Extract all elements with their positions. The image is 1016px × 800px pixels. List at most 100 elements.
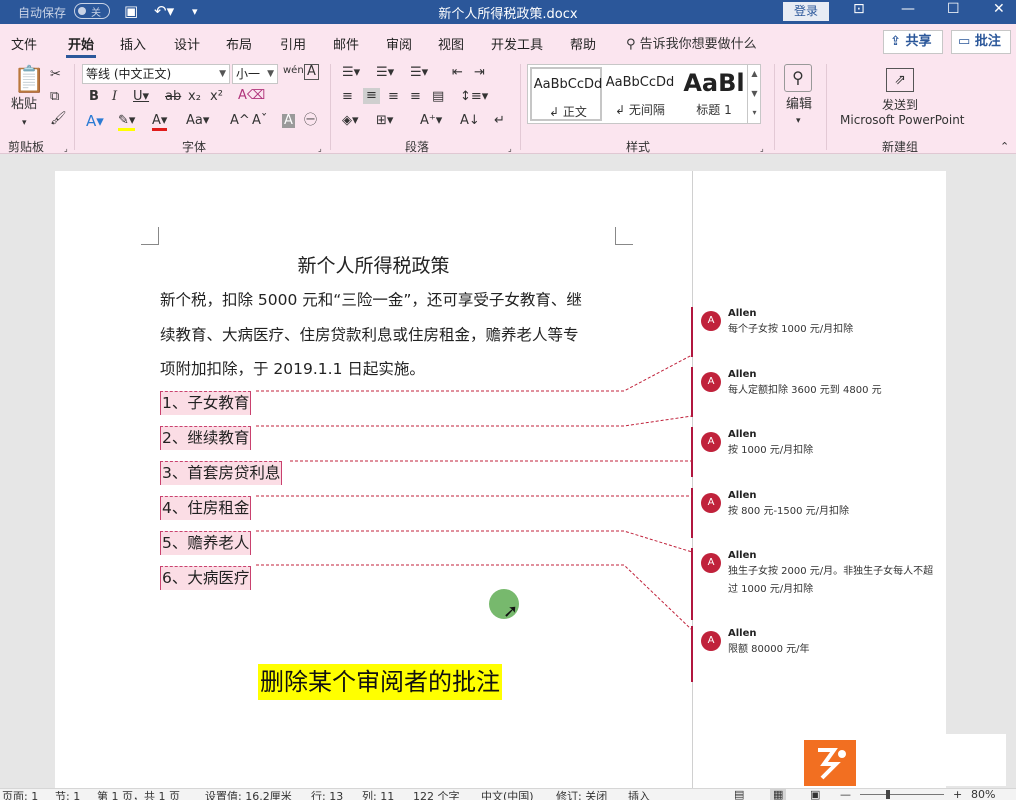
commented-list-item[interactable]: 4、住房租金 xyxy=(160,496,252,520)
clipboard-launcher-icon[interactable]: ⌟ xyxy=(64,142,68,156)
powerpoint-label[interactable]: Microsoft PowerPoint xyxy=(840,113,965,127)
scroll-up-icon[interactable]: ▲ xyxy=(748,64,761,84)
ribbon-display-icon[interactable]: ⊡ xyxy=(853,1,865,17)
tab-mailings[interactable]: 邮件 xyxy=(333,34,359,53)
commented-list-item[interactable]: 3、首套房贷利息 xyxy=(160,461,283,485)
collapse-ribbon-icon[interactable]: ⌃ xyxy=(1000,140,1009,154)
borders-icon[interactable]: ⊞▾ xyxy=(376,114,393,128)
clear-formatting-icon[interactable]: A⌫ xyxy=(238,89,265,103)
line-spacing-icon[interactable]: ↕≡▾ xyxy=(460,90,488,104)
tab-insert[interactable]: 插入 xyxy=(120,34,146,53)
superscript-icon[interactable]: x² xyxy=(210,90,223,104)
styles-launcher-icon[interactable]: ⌟ xyxy=(760,142,764,156)
shrink-font-icon[interactable]: Aˇ xyxy=(252,114,267,128)
format-painter-icon[interactable]: 🖌 xyxy=(50,112,67,126)
font-launcher-icon[interactable]: ⌟ xyxy=(318,142,322,156)
zoom-in-icon[interactable]: + xyxy=(953,789,962,800)
character-shading-icon[interactable]: A xyxy=(282,114,295,128)
paste-label[interactable]: 粘贴 xyxy=(11,98,37,112)
text-effects-icon[interactable]: A▾ xyxy=(86,114,104,129)
more-styles-icon[interactable]: ▾ xyxy=(748,104,761,122)
tab-design[interactable]: 设计 xyxy=(174,34,200,53)
commented-list-item[interactable]: 1、子女教育 xyxy=(160,391,252,415)
search-icon[interactable]: ⚲ xyxy=(784,64,812,92)
multilevel-list-icon[interactable]: ☰▾ xyxy=(410,66,428,80)
share-button[interactable]: ⇪ 共享 xyxy=(883,30,943,54)
print-layout-icon[interactable]: ▦ xyxy=(770,789,787,800)
font-name-combo[interactable]: 等线 (中文正文) ▼ xyxy=(82,64,230,84)
cut-icon[interactable]: ✂ xyxy=(50,68,61,82)
distributed-icon[interactable]: ▤ xyxy=(432,90,444,104)
italic-icon[interactable]: I xyxy=(112,90,117,104)
paragraph-launcher-icon[interactable]: ⌟ xyxy=(508,142,512,156)
align-right-icon[interactable]: ≡ xyxy=(388,90,399,104)
send-to-label[interactable]: 发送到 xyxy=(882,98,918,112)
login-button[interactable]: 登录 xyxy=(783,2,829,21)
web-layout-icon[interactable]: ▣ xyxy=(810,789,820,800)
tab-references[interactable]: 引用 xyxy=(280,34,306,53)
zoom-thumb[interactable] xyxy=(886,790,890,799)
editing-button[interactable]: 编辑 xyxy=(786,98,812,112)
align-left-icon[interactable]: ≡ xyxy=(342,90,353,104)
chinese-layout-icon[interactable]: A⁺▾ xyxy=(420,114,442,128)
enclose-characters-icon[interactable]: ㊀ xyxy=(304,114,317,128)
bold-icon[interactable]: B xyxy=(89,90,99,104)
styles-scroll[interactable]: ▲ ▼ ▾ xyxy=(747,64,761,124)
status-line[interactable]: 行: 13 xyxy=(311,789,343,800)
bullets-icon[interactable]: ☰▾ xyxy=(342,66,360,80)
style-normal[interactable]: AaBbCcDd ↲ 正文 xyxy=(530,67,602,121)
decrease-indent-icon[interactable]: ⇤ xyxy=(452,66,463,80)
send-to-powerpoint-icon[interactable]: ⇗ xyxy=(886,68,914,92)
status-insert[interactable]: 插入 xyxy=(628,789,650,800)
commented-list-item[interactable]: 2、继续教育 xyxy=(160,426,252,450)
status-language[interactable]: 中文(中国) xyxy=(481,789,534,800)
tab-review[interactable]: 审阅 xyxy=(386,34,412,53)
status-revisions[interactable]: 修订: 关闭 xyxy=(556,789,607,800)
editing-dropdown-icon[interactable]: ▾ xyxy=(796,114,801,128)
zoom-out-icon[interactable]: — xyxy=(840,789,851,800)
justify-icon[interactable]: ≡ xyxy=(410,90,421,104)
tell-me-box[interactable]: ⚲ 告诉我你想要做什么 xyxy=(626,33,757,52)
paste-icon[interactable]: 📋 xyxy=(13,66,45,94)
zoom-level[interactable]: 80% xyxy=(971,789,995,800)
commented-list-item[interactable]: 6、大病医疗 xyxy=(160,566,252,590)
status-page[interactable]: 页面: 1 xyxy=(2,789,38,800)
font-size-combo[interactable]: 小一 ▼ xyxy=(232,64,278,84)
scroll-down-icon[interactable]: ▼ xyxy=(748,84,761,104)
grow-font-icon[interactable]: A^ xyxy=(230,114,250,128)
tab-home[interactable]: 开始 xyxy=(68,34,94,53)
maximize-icon[interactable]: ☐ xyxy=(947,1,960,17)
font-color-icon[interactable]: A▾ xyxy=(152,114,168,131)
numbering-icon[interactable]: ☰▾ xyxy=(376,66,394,80)
commented-list-item[interactable]: 5、赡养老人 xyxy=(160,531,252,555)
tab-layout[interactable]: 布局 xyxy=(226,34,252,53)
document-page[interactable]: 新个人所得税政策 新个税，扣除 5000 元和“三险一金”，还可享受子女教育、继… xyxy=(55,171,692,788)
change-case-icon[interactable]: Aa▾ xyxy=(186,114,209,128)
align-center-icon[interactable]: ≡ xyxy=(363,88,380,104)
comments-button[interactable]: ▭ 批注 xyxy=(951,30,1011,54)
underline-icon[interactable]: U▾ xyxy=(133,90,149,104)
status-words[interactable]: 122 个字 xyxy=(413,789,460,800)
tab-developer[interactable]: 开发工具 xyxy=(491,34,543,53)
minimize-icon[interactable]: — xyxy=(901,1,915,17)
close-icon[interactable]: ✕ xyxy=(993,1,1005,17)
status-section[interactable]: 节: 1 xyxy=(55,789,80,800)
highlight-color-icon[interactable]: ✎▾ xyxy=(118,114,136,131)
style-heading-1[interactable]: AaBl 标题 1 xyxy=(678,67,746,121)
status-position[interactable]: 设置值: 16.2厘米 xyxy=(205,789,292,800)
phonetic-guide-icon[interactable]: wén xyxy=(283,64,304,78)
style-no-spacing[interactable]: AaBbCcDd ↲ 无间隔 xyxy=(604,67,676,121)
sort-icon[interactable]: A↓ xyxy=(460,114,480,128)
tab-file[interactable]: 文件 xyxy=(11,34,37,53)
strikethrough-icon[interactable]: ab xyxy=(165,90,181,104)
tab-view[interactable]: 视图 xyxy=(438,34,464,53)
subscript-icon[interactable]: x₂ xyxy=(188,90,201,104)
shading-icon[interactable]: ◈▾ xyxy=(342,114,359,128)
status-column[interactable]: 列: 11 xyxy=(362,789,394,800)
copy-icon[interactable]: ⧉ xyxy=(50,90,59,104)
zoom-slider[interactable] xyxy=(860,794,944,795)
status-pages[interactable]: 第 1 页，共 1 页 xyxy=(97,789,180,800)
increase-indent-icon[interactable]: ⇥ xyxy=(474,66,485,80)
read-mode-icon[interactable]: ▤ xyxy=(734,789,744,800)
show-marks-icon[interactable]: ↵ xyxy=(494,114,505,128)
